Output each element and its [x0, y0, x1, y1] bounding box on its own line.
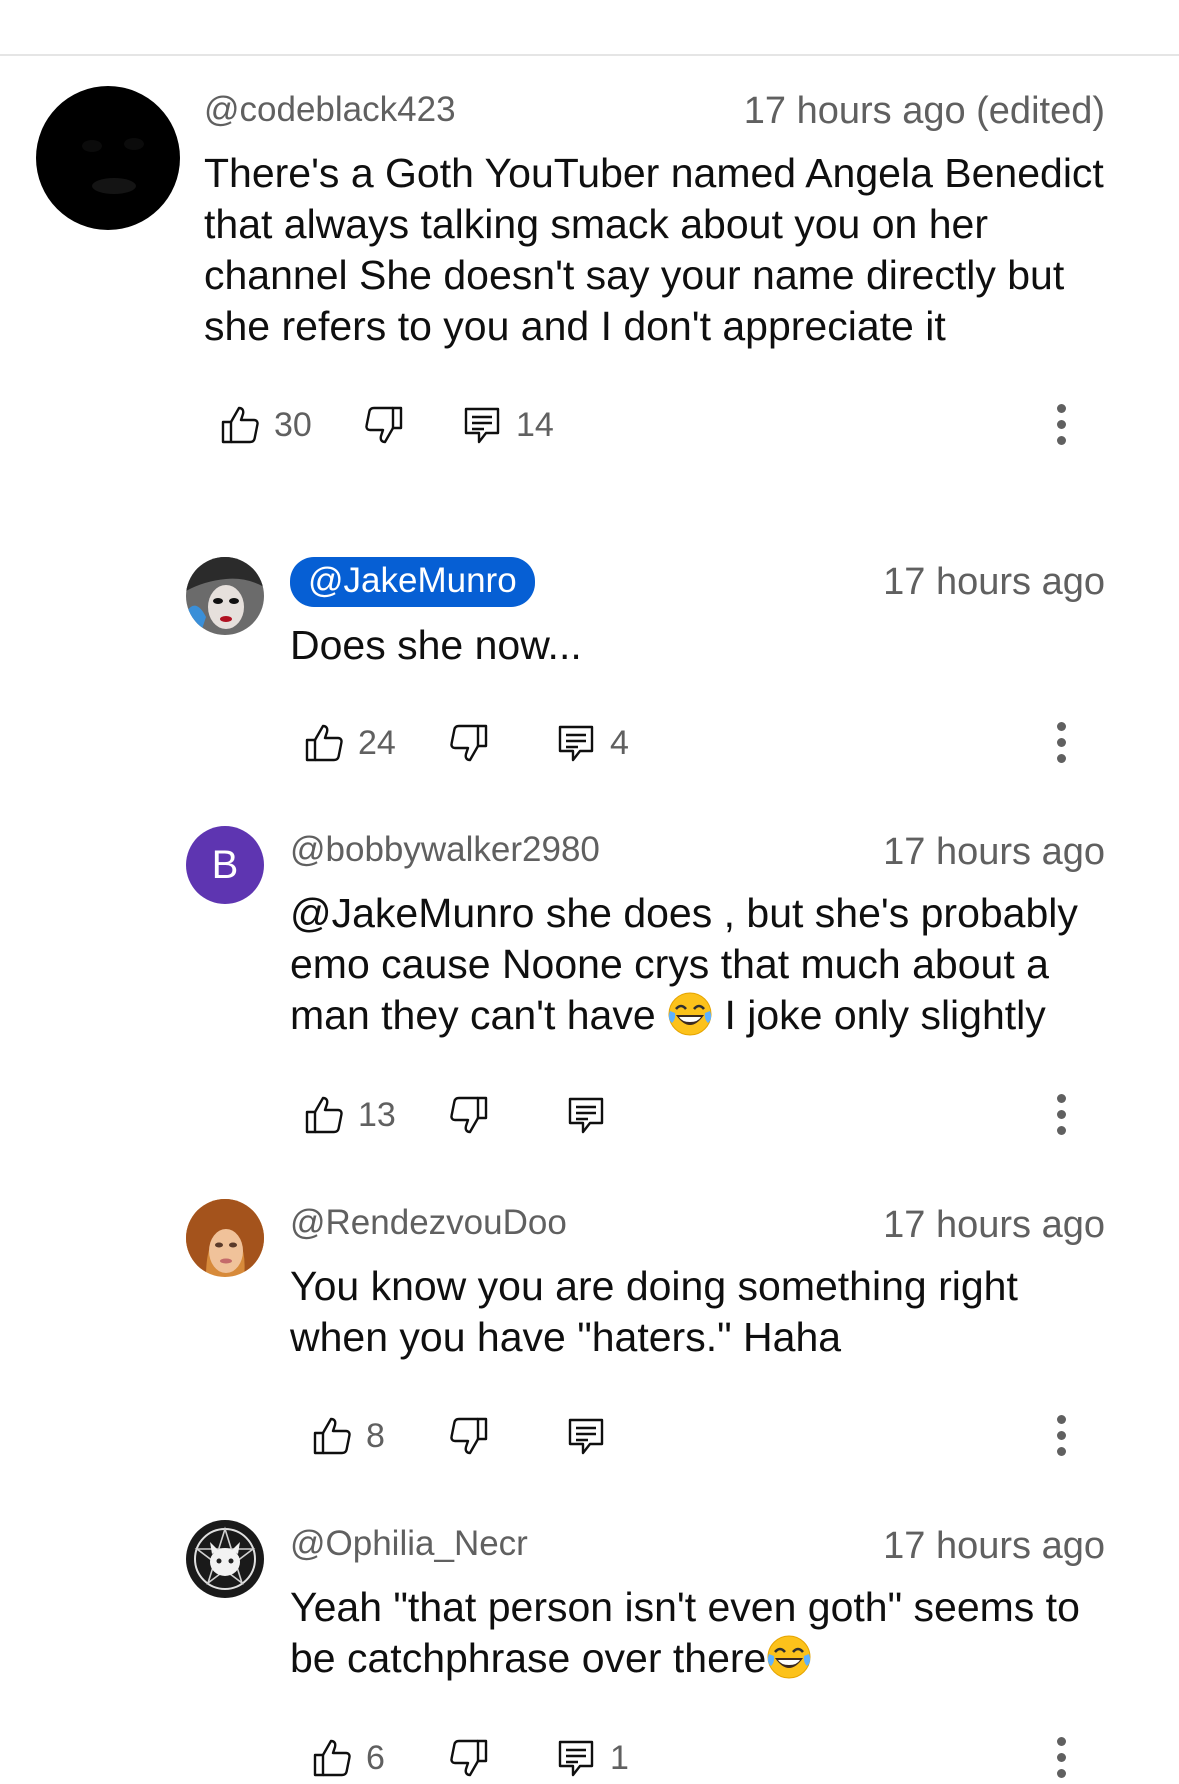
avatar-letter: B: [211, 842, 239, 887]
reply-icon: [566, 1095, 606, 1135]
comment-text: There's a Goth YouTuber named Angela Ben…: [204, 150, 1104, 349]
more-vert-icon[interactable]: [1055, 1090, 1067, 1140]
comment-timestamp: 17 hours ago: [883, 1525, 1105, 1567]
comment-text: You know you are doing something right w…: [290, 1263, 1018, 1360]
comment-author[interactable]: @bobbywalker2980: [290, 830, 600, 870]
more-vert-icon[interactable]: [1055, 718, 1067, 768]
thumbs-down-icon: [364, 405, 404, 445]
comment-actions: 13: [304, 1090, 1164, 1140]
dislike-button[interactable]: [449, 1090, 489, 1140]
like-count: 13: [358, 1095, 396, 1134]
like-button[interactable]: 8: [312, 1411, 385, 1461]
reply-icon: [556, 1738, 596, 1778]
comment-timestamp: 17 hours ago: [883, 1204, 1105, 1246]
avatar[interactable]: B: [186, 826, 264, 904]
comment-text: @JakeMunro she does , but she's probably…: [290, 888, 1078, 1041]
top-divider: [0, 54, 1179, 56]
reply-icon: [566, 1416, 606, 1456]
reply-button[interactable]: 1: [556, 1733, 629, 1783]
thumbs-up-icon: [312, 1738, 352, 1778]
face-with-tears-of-joy-emoji: [766, 1634, 812, 1680]
face-with-tears-of-joy-emoji: [667, 991, 713, 1037]
comment-author[interactable]: @Ophilia_Necr: [290, 1524, 528, 1564]
thumbs-up-icon: [304, 723, 344, 763]
dislike-button[interactable]: [449, 1733, 489, 1783]
avatar[interactable]: [186, 1199, 264, 1277]
comment-text: Does she now...: [290, 622, 582, 668]
comment-text: Yeah "that person isn't even goth" seems…: [290, 1582, 1080, 1684]
comment-timestamp: 17 hours ago (edited): [743, 90, 1105, 132]
more-vert-icon[interactable]: [1055, 400, 1067, 450]
comment-author[interactable]: @JakeMunro: [290, 557, 535, 607]
dislike-button[interactable]: [364, 400, 404, 450]
thumbs-up-icon: [304, 1095, 344, 1135]
reply-count: 1: [610, 1738, 629, 1777]
avatar[interactable]: [186, 1520, 264, 1598]
thumbs-down-icon: [449, 1738, 489, 1778]
comment-actions: 30 14: [220, 400, 1170, 450]
more-vert-icon[interactable]: [1055, 1733, 1067, 1783]
reply-count: 4: [610, 723, 629, 762]
avatar[interactable]: [186, 557, 264, 635]
comment-text-part: Yeah "that person isn't even goth" seems…: [290, 1584, 1080, 1681]
thumbs-up-icon: [312, 1416, 352, 1456]
reply-icon: [556, 723, 596, 763]
reply-button[interactable]: [566, 1411, 606, 1461]
like-count: 24: [358, 723, 396, 762]
comment-timestamp: 17 hours ago: [883, 831, 1105, 873]
comment-timestamp: 17 hours ago: [883, 561, 1105, 603]
comment-author[interactable]: @codeblack423: [204, 90, 456, 130]
reply-button[interactable]: [566, 1090, 606, 1140]
comment-actions: 8: [312, 1411, 1172, 1461]
like-button[interactable]: 13: [304, 1090, 396, 1140]
like-button[interactable]: 24: [304, 718, 396, 768]
comment-author[interactable]: @RendezvouDoo: [290, 1203, 567, 1243]
thumbs-down-icon: [449, 1416, 489, 1456]
comment-actions: 6 1: [312, 1733, 1172, 1783]
dislike-button[interactable]: [449, 1411, 489, 1461]
like-count: 6: [366, 1738, 385, 1777]
comment-actions: 24 4: [304, 718, 1164, 768]
more-vert-icon[interactable]: [1055, 1411, 1067, 1461]
reply-count: 14: [516, 405, 554, 444]
thumbs-down-icon: [449, 723, 489, 763]
reply-icon: [462, 405, 502, 445]
like-count: 30: [274, 405, 312, 444]
dislike-button[interactable]: [449, 718, 489, 768]
reply-button[interactable]: 14: [462, 400, 554, 450]
like-button[interactable]: 6: [312, 1733, 385, 1783]
like-button[interactable]: 30: [220, 400, 312, 450]
comment-text-part: I joke only slightly: [713, 992, 1046, 1038]
reply-button[interactable]: 4: [556, 718, 629, 768]
avatar[interactable]: [36, 86, 180, 230]
thumbs-up-icon: [220, 405, 260, 445]
like-count: 8: [366, 1416, 385, 1455]
thumbs-down-icon: [449, 1095, 489, 1135]
